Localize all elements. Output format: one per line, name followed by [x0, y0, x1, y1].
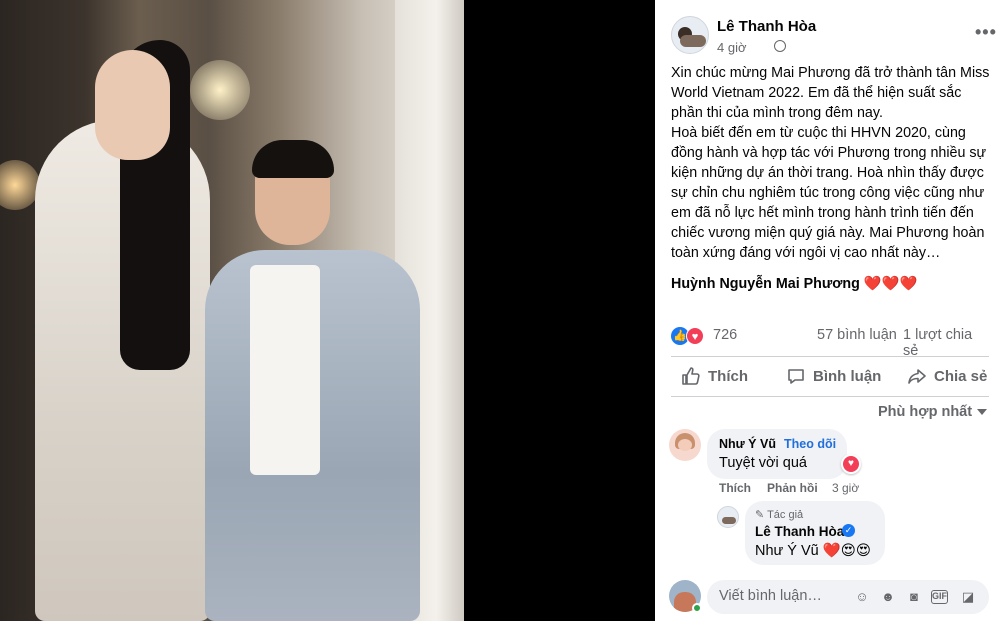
comment-input[interactable]: [719, 588, 839, 604]
author-name[interactable]: Lê Thanh Hòa: [717, 18, 816, 35]
author-avatar[interactable]: [671, 16, 709, 54]
photo-man-shirt: [250, 265, 320, 475]
divider: [671, 356, 989, 357]
photo-man-hair: [252, 140, 334, 178]
reply-bubble: ✎ Tác giả Lê Thanh Hòa ✓ Như Ý Vũ ❤️😍😍: [745, 501, 885, 565]
comment-reply-link[interactable]: Phản hồi: [767, 481, 818, 495]
reply-text: Như Ý Vũ ❤️😍😍: [755, 543, 872, 559]
like-label: Thích: [708, 367, 748, 385]
more-options-icon[interactable]: •••: [975, 22, 997, 43]
author-role-badge: ✎ Tác giả: [755, 509, 804, 521]
post-actions: Thích Bình luận Chia sẻ: [671, 360, 989, 394]
like-button[interactable]: Thích: [681, 366, 748, 386]
avatar-sticker-icon[interactable]: ☺: [853, 588, 871, 606]
comment-like-link[interactable]: Thích: [719, 481, 751, 495]
commenter-name[interactable]: Như Ý Vũ: [719, 437, 776, 451]
post-header: Lê Thanh Hòa 4 giờ •••: [671, 14, 996, 58]
reaction-count[interactable]: 726: [713, 327, 737, 343]
heart-icon: ♥: [843, 456, 859, 472]
lamp-glow: [190, 60, 250, 120]
comment-composer: ☺ ☻ ◙ GIF ◪: [707, 580, 989, 614]
speech-bubble-icon: [788, 369, 804, 384]
thumbs-up-icon: [682, 367, 700, 385]
share-label: Chia sẻ: [934, 367, 988, 385]
camera-icon[interactable]: ◙: [905, 588, 923, 606]
globe-icon: [774, 40, 786, 52]
heart-emojis: ❤️❤️❤️: [863, 276, 918, 292]
comment-button[interactable]: Bình luận: [786, 366, 881, 386]
comment-label: Bình luận: [813, 367, 882, 385]
photo-woman-face: [95, 50, 170, 160]
comment-sort-dropdown[interactable]: Phù hợp nhất: [878, 404, 972, 420]
tagged-person-link[interactable]: Huỳnh Nguyễn Mai Phương: [671, 276, 860, 292]
share-arrow-icon: [908, 369, 926, 384]
author-role-label: Tác giả: [767, 509, 804, 521]
divider: [671, 396, 989, 397]
online-status-dot: [692, 603, 702, 613]
verified-check-icon: ✓: [842, 524, 855, 537]
reply-avatar[interactable]: [717, 506, 739, 528]
commenter-avatar[interactable]: [669, 429, 701, 461]
post-panel: Lê Thanh Hòa 4 giờ ••• Xin chúc mừng Mai…: [655, 0, 1000, 621]
share-count[interactable]: 1 lượt chia sẻ: [903, 327, 989, 359]
follow-link[interactable]: Theo dõi: [784, 437, 836, 451]
comment-bubble: Như Ý Vũ Theo dõi Tuyệt vời quá: [707, 429, 847, 479]
post-text: Xin chúc mừng Mai Phương đã trở thành tâ…: [671, 65, 990, 261]
chevron-down-icon[interactable]: [977, 409, 987, 415]
post-body: Xin chúc mừng Mai Phương đã trở thành tâ…: [671, 63, 993, 263]
post-photo[interactable]: [0, 0, 464, 621]
post-viewer: Lê Thanh Hòa 4 giờ ••• Xin chúc mừng Mai…: [0, 0, 1000, 621]
comment-text: Tuyệt vời quá: [719, 455, 807, 471]
sticker-icon[interactable]: ◪: [959, 588, 977, 606]
emoji-icon[interactable]: ☻: [879, 588, 897, 606]
comment-love-reaction[interactable]: ♥: [841, 454, 861, 474]
post-time[interactable]: 4 giờ: [717, 40, 747, 55]
post-stats: 👍 ♥ 726 57 bình luận 1 lượt chia sẻ: [671, 326, 989, 359]
gif-icon[interactable]: GIF: [931, 590, 948, 604]
comment-count[interactable]: 57 bình luận: [817, 327, 897, 343]
share-button[interactable]: Chia sẻ: [907, 366, 987, 386]
backdrop: [464, 0, 655, 621]
love-reaction-icon: ♥: [686, 327, 704, 345]
post-tag-line: Huỳnh Nguyễn Mai Phương ❤️❤️❤️: [671, 276, 917, 292]
comment-time[interactable]: 3 giờ: [832, 481, 859, 495]
lamp-glow: [0, 160, 40, 210]
reply-author-name[interactable]: Lê Thanh Hòa: [755, 524, 844, 539]
